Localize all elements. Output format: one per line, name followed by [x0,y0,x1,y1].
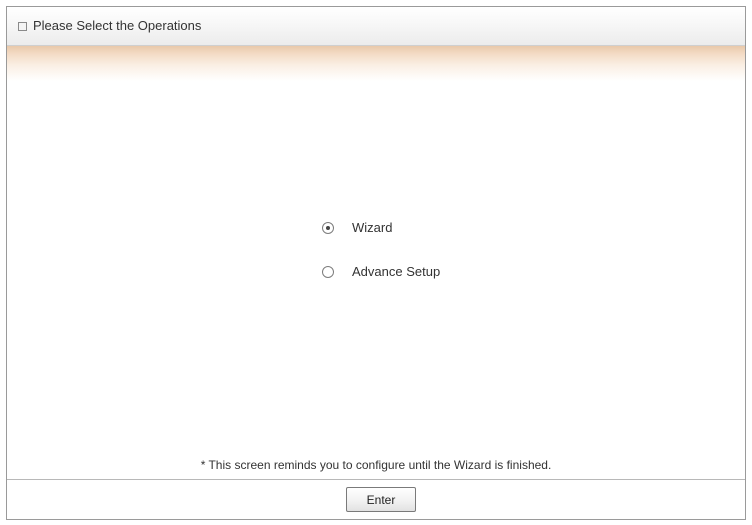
wizard-reminder-note: * This screen reminds you to configure u… [200,458,552,472]
square-bullet-icon [18,22,27,31]
advance-setup-radio[interactable] [322,266,334,278]
option-wizard[interactable]: Wizard [320,219,520,239]
operations-panel: Please Select the Operations Wizard Adva… [6,6,746,520]
enter-button[interactable]: Enter [346,487,416,512]
option-advance-setup-label: Advance Setup [352,264,441,279]
panel-title: Please Select the Operations [33,18,202,33]
panel-header: Please Select the Operations [7,7,745,46]
option-wizard-label: Wizard [352,220,393,235]
option-advance-setup[interactable]: Advance Setup [320,263,520,283]
footer-divider [7,479,745,480]
header-accent-band [7,46,745,81]
wizard-radio[interactable] [322,222,334,234]
